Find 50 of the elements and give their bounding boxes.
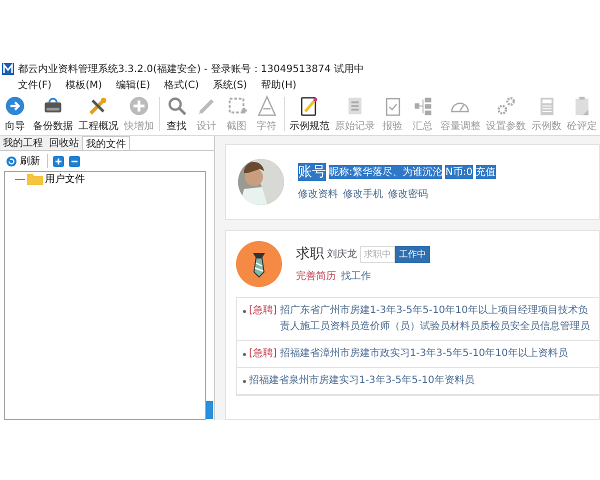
tree-item[interactable]: 用户文件: [45, 172, 85, 186]
menu-item[interactable]: 文件(F): [18, 78, 52, 92]
job-listing[interactable]: 招福建省泉州市房建实习1-3年3-5年5-10年资料员: [237, 368, 599, 395]
toolbar-button[interactable]: 示例规范: [286, 93, 332, 135]
account-link[interactable]: 修改密码: [388, 187, 428, 201]
menu-item[interactable]: 系统(S): [212, 78, 248, 92]
urgent-tag: [急聘]: [249, 303, 277, 319]
folder-icon: [27, 173, 43, 185]
sidebar-tab[interactable]: 我的文件: [82, 136, 130, 150]
account-link[interactable]: 修改资料: [298, 187, 338, 201]
listing-text: 招福建省泉州市房建实习1-3年3-5年5-10年资料员: [249, 374, 476, 388]
toolbar-button[interactable]: 向导: [0, 93, 30, 135]
menu-item[interactable]: 编辑(E): [116, 78, 150, 92]
job-title: 求职: [296, 245, 324, 263]
toolbar-button[interactable]: 工程概况: [76, 93, 122, 135]
account-label: 账号: [298, 163, 326, 181]
job-listing[interactable]: [急聘] 招广东省广州市房建1-3年3-5年5-10年10年以上项目经理项目技术负责人施工员资料员造价师（员）试验员材料员质检员安全员信息管理员: [237, 298, 599, 341]
refresh-button[interactable]: 刷新: [4, 154, 42, 168]
scrollbar-thumb[interactable]: [206, 401, 213, 419]
add-icon[interactable]: [53, 156, 64, 166]
menu-item[interactable]: 帮助(H): [261, 78, 296, 92]
coins-text: N币:0: [445, 165, 473, 179]
nickname-text: 昵称:繁华落尽、为谁沉沦: [329, 165, 442, 179]
bullet-icon: [243, 353, 246, 356]
triangle-icon: [256, 95, 278, 117]
status-toggle[interactable]: 工作中: [395, 246, 430, 262]
toolbar-button[interactable]: 备份数据: [30, 93, 76, 135]
job-seeker-name: 刘庆龙: [327, 248, 357, 261]
menu-item[interactable]: 格式(C): [164, 78, 199, 92]
toolbar-button[interactable]: 查找: [162, 93, 192, 135]
sidebar-tab[interactable]: 回收站: [46, 136, 82, 150]
bullet-icon: [243, 310, 246, 313]
bullet-icon: [243, 380, 246, 383]
listing-text: 招福建省漳州市房建市政实习1-3年3-5年5-10年10年以上资料员: [280, 346, 569, 361]
plus-icon: [128, 95, 150, 117]
listing-text: 招广东省广州市房建1-3年3-5年5-10年10年以上项目经理项目技术负责人施工员资料员造价师（员）试验员材料员质检员安全员信息管理员: [280, 304, 591, 334]
job-listing[interactable]: [急聘] 招福建省漳州市房建市政实习1-3年3-5年5-10年10年以上资料员: [237, 341, 599, 368]
gear-icon: [494, 95, 517, 117]
job-link[interactable]: 找工作: [341, 269, 371, 283]
remove-icon[interactable]: [69, 156, 80, 166]
job-link[interactable]: 完善简历: [296, 269, 336, 283]
urgent-tag: [急聘]: [249, 346, 277, 362]
search-icon: [166, 95, 188, 117]
tie-icon: [236, 241, 282, 287]
menu-item[interactable]: 模板(M): [66, 78, 102, 92]
refresh-icon: [6, 156, 17, 166]
sidebar-tab[interactable]: 我的工程: [0, 136, 46, 150]
recharge-link[interactable]: 充值: [476, 165, 496, 179]
window-title: 都云内业资料管理系统3.3.2.0(福建安全) - 登录账号：13049513874 试用中: [18, 62, 364, 76]
account-link[interactable]: 修改手机: [343, 187, 383, 201]
